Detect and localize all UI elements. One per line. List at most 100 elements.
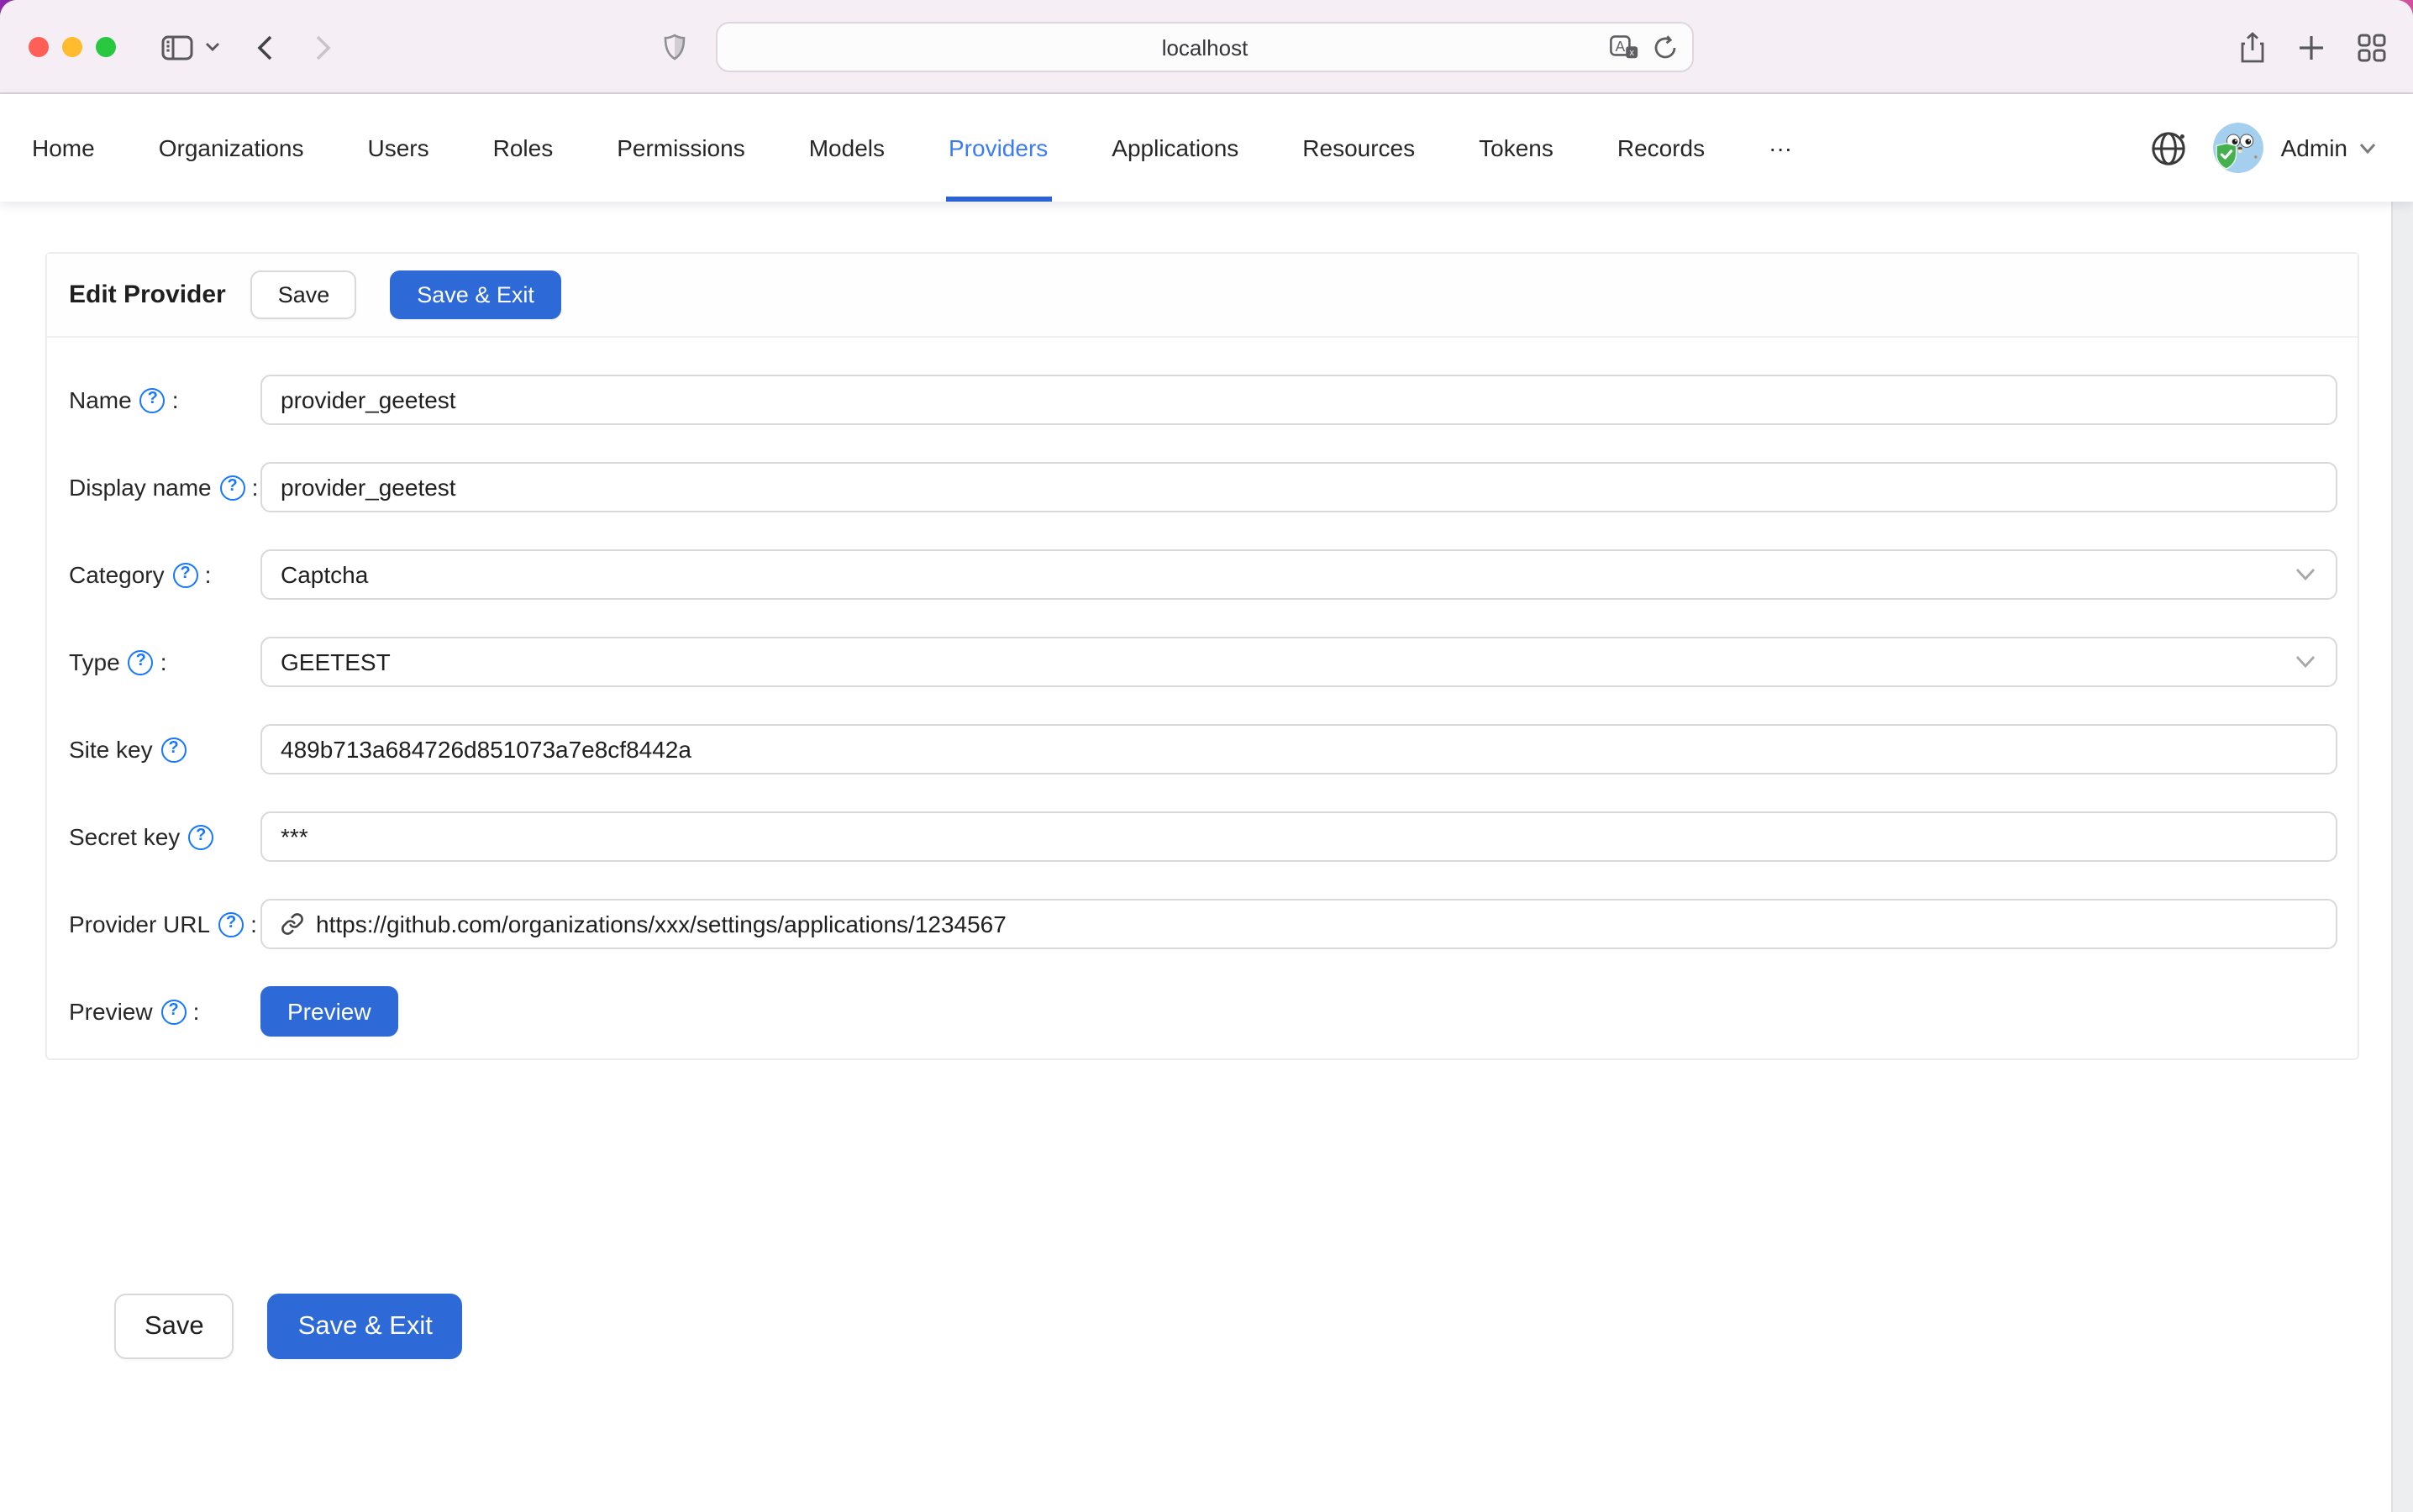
secret-key-input[interactable]	[260, 811, 2337, 862]
sidebar-toggle-icon[interactable]	[161, 34, 193, 60]
site-key-label-text: Site key	[69, 736, 153, 763]
close-window-button[interactable]	[29, 37, 49, 57]
chevron-down-icon	[2295, 655, 2316, 669]
user-name[interactable]: Admin	[2281, 134, 2347, 161]
provider-url-label-text: Provider URL	[69, 911, 210, 937]
form-row-category: Category?: Captcha	[69, 549, 2337, 600]
display-name-label: Display name?:	[69, 462, 260, 512]
form-row-name: Name?:	[69, 375, 2337, 425]
type-control: GEETEST	[260, 637, 2337, 687]
form-row-secret-key: Secret key?	[69, 811, 2337, 862]
site-key-help-icon[interactable]: ?	[161, 737, 187, 762]
colon: :	[250, 911, 257, 937]
preview-button[interactable]: Preview	[260, 986, 398, 1037]
nav-item-applications[interactable]: Applications	[1080, 94, 1270, 202]
secret-key-label: Secret key?	[69, 811, 260, 862]
display-name-control	[260, 462, 2337, 512]
category-help-icon[interactable]: ?	[173, 562, 198, 587]
sidebar-chevron-icon[interactable]	[205, 42, 220, 52]
back-button-icon[interactable]	[257, 34, 272, 60]
browser-window: localhost A x	[0, 0, 2413, 1512]
type-select-value: GEETEST	[281, 648, 391, 675]
category-select[interactable]: Captcha	[260, 549, 2337, 600]
page-content: Edit Provider Save Save & Exit Name?:Dis…	[0, 202, 2413, 1512]
top-navigation: HomeOrganizationsUsersRolesPermissionsMo…	[0, 94, 2413, 202]
svg-text:A: A	[1616, 38, 1626, 55]
provider-url-label: Provider URL?:	[69, 899, 260, 949]
nav-item-more[interactable]: ···	[1737, 94, 1824, 202]
nav-item-permissions[interactable]: Permissions	[585, 94, 777, 202]
new-tab-icon[interactable]	[2299, 34, 2324, 60]
save-button-bottom[interactable]: Save	[114, 1294, 234, 1359]
privacy-shield-icon[interactable]	[664, 34, 686, 60]
category-label: Category?:	[69, 549, 260, 600]
preview-help-icon[interactable]: ?	[161, 999, 187, 1024]
type-select[interactable]: GEETEST	[260, 637, 2337, 687]
category-control: Captcha	[260, 549, 2337, 600]
nav-item-users[interactable]: Users	[336, 94, 461, 202]
window-controls	[29, 37, 116, 57]
site-key-label: Site key?	[69, 724, 260, 774]
name-label-text: Name	[69, 386, 132, 413]
tab-overview-icon[interactable]	[2358, 33, 2386, 61]
preview-label: Preview?:	[69, 986, 260, 1037]
colon: :	[172, 386, 179, 413]
page-title: Edit Provider	[69, 281, 226, 309]
colon: :	[252, 474, 259, 501]
site-key-input[interactable]	[260, 724, 2337, 774]
user-avatar[interactable]	[2214, 123, 2264, 173]
form-row-provider-url: Provider URL?:https://github.com/organiz…	[69, 899, 2337, 949]
svg-text:x: x	[1629, 48, 1634, 58]
colon: :	[205, 561, 212, 588]
display-name-label-text: Display name	[69, 474, 212, 501]
category-select-value: Captcha	[281, 561, 368, 588]
nav-item-models[interactable]: Models	[777, 94, 917, 202]
secret-key-help-icon[interactable]: ?	[188, 824, 213, 849]
nav-item-resources[interactable]: Resources	[1270, 94, 1447, 202]
reload-icon[interactable]	[1653, 34, 1677, 60]
nav-item-tokens[interactable]: Tokens	[1447, 94, 1585, 202]
colon: :	[160, 648, 167, 675]
category-label-text: Category	[69, 561, 165, 588]
name-control	[260, 375, 2337, 425]
zoom-window-button[interactable]	[96, 37, 116, 57]
minimize-window-button[interactable]	[62, 37, 82, 57]
nav-item-home[interactable]: Home	[0, 94, 127, 202]
colon: :	[193, 998, 200, 1025]
save-button-top[interactable]: Save	[251, 270, 357, 319]
preview-control: Preview	[260, 986, 2337, 1037]
form-row-display-name: Display name?:	[69, 462, 2337, 512]
display-name-help-icon[interactable]: ?	[220, 475, 245, 500]
chevron-down-icon	[2295, 568, 2316, 581]
form-row-site-key: Site key?	[69, 724, 2337, 774]
provider-url-help-icon[interactable]: ?	[218, 911, 244, 937]
browser-toolbar: localhost A x	[0, 0, 2413, 94]
nav-item-organizations[interactable]: Organizations	[127, 94, 336, 202]
nav-item-roles[interactable]: Roles	[461, 94, 586, 202]
secret-key-label-text: Secret key	[69, 823, 180, 850]
form-row-preview: Preview?:Preview	[69, 986, 2337, 1037]
translate-icon[interactable]: A x	[1610, 35, 1638, 59]
nav-item-providers[interactable]: Providers	[917, 94, 1080, 202]
link-icon	[281, 912, 304, 936]
scrollbar[interactable]	[2391, 202, 2413, 1512]
provider-url-control: https://github.com/organizations/xxx/set…	[260, 899, 2337, 949]
display-name-input[interactable]	[260, 462, 2337, 512]
nav-item-records[interactable]: Records	[1585, 94, 1737, 202]
site-key-control	[260, 724, 2337, 774]
user-menu-chevron-icon[interactable]	[2359, 142, 2376, 154]
forward-button-icon[interactable]	[316, 34, 331, 60]
provider-url-input[interactable]: https://github.com/organizations/xxx/set…	[260, 899, 2337, 949]
preview-label-text: Preview	[69, 998, 153, 1025]
save-exit-button-bottom[interactable]: Save & Exit	[268, 1294, 463, 1359]
language-globe-icon[interactable]	[2152, 130, 2187, 165]
type-label-text: Type	[69, 648, 120, 675]
address-bar[interactable]: localhost A x	[716, 22, 1694, 72]
name-input[interactable]	[260, 375, 2337, 425]
type-help-icon[interactable]: ?	[129, 649, 154, 675]
save-exit-button-top[interactable]: Save & Exit	[390, 270, 561, 319]
edit-provider-card: Edit Provider Save Save & Exit Name?:Dis…	[45, 252, 2359, 1060]
share-icon[interactable]	[2240, 31, 2265, 63]
name-help-icon[interactable]: ?	[140, 387, 166, 412]
address-bar-url: localhost	[1162, 34, 1249, 60]
